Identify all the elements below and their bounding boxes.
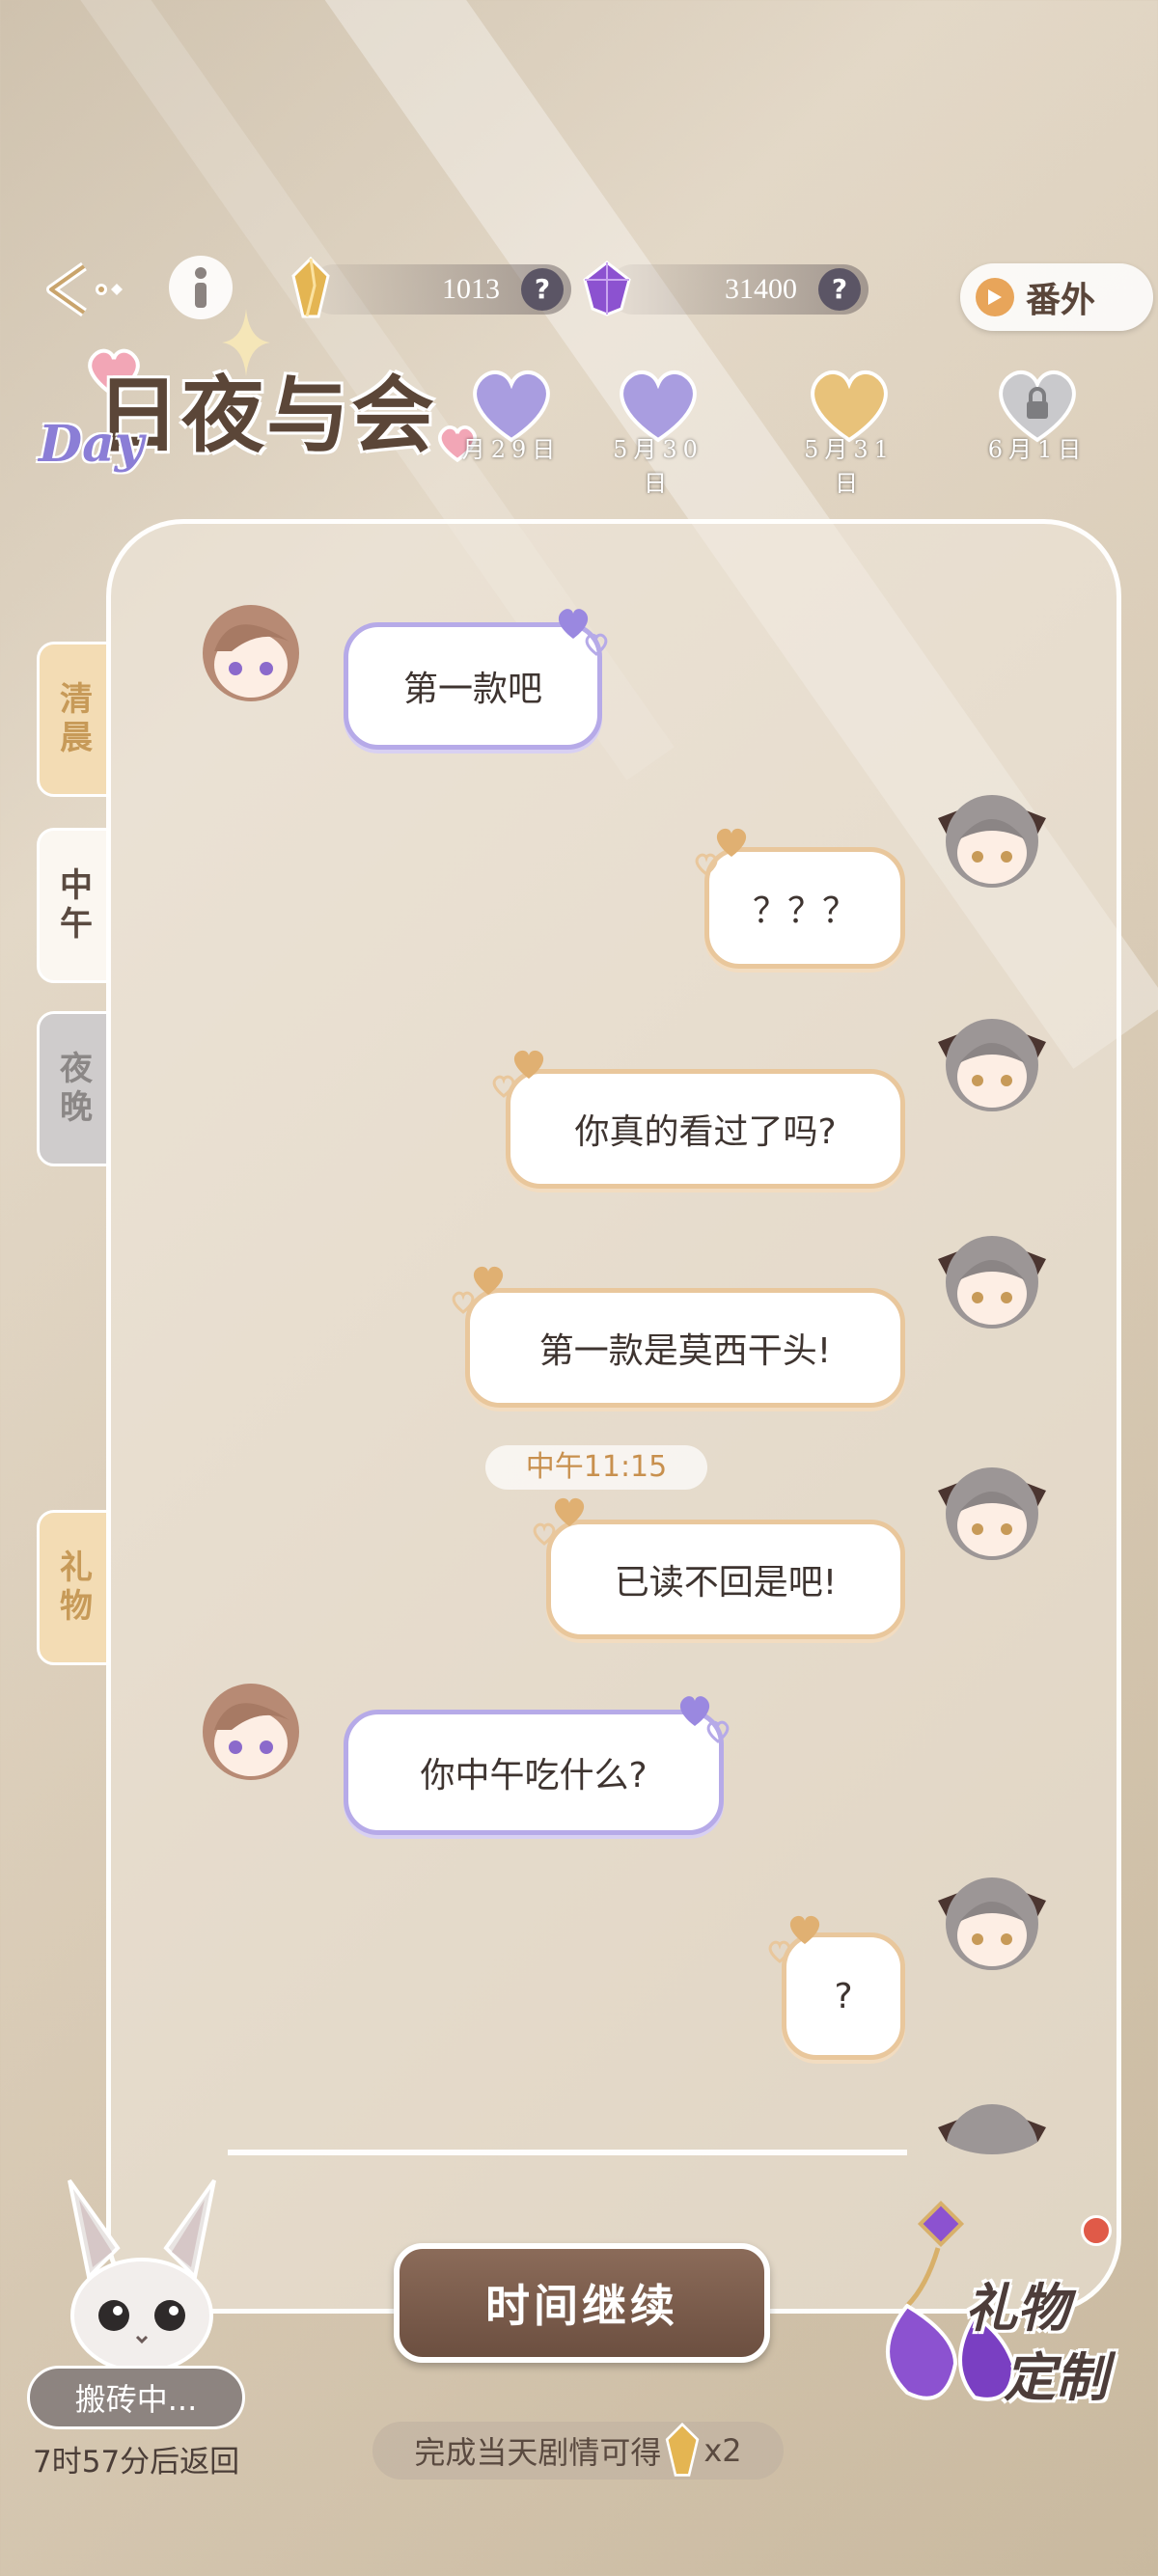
- hearts-icon: [768, 1915, 820, 1963]
- date-label: 6月1日: [987, 436, 1088, 463]
- date-item-locked[interactable]: 6月1日: [979, 369, 1095, 464]
- avatar-female: [938, 1467, 1046, 1560]
- purple-help-button[interactable]: ?: [818, 268, 861, 311]
- tab-noon-label: 中午: [53, 866, 93, 945]
- back-arrow-icon: [46, 261, 123, 317]
- bunny-mascot-icon[interactable]: [50, 2171, 234, 2373]
- event-day-text: Day: [39, 415, 145, 474]
- chat-bubble: 你真的看过了吗?: [506, 1069, 905, 1189]
- gift-custom-line2: 定制: [1004, 2346, 1108, 2408]
- date-label: 5月31日: [804, 436, 895, 497]
- tab-gift-label: 礼物: [53, 1548, 93, 1627]
- tab-evening[interactable]: 夜晚: [37, 1011, 110, 1166]
- play-icon: [976, 278, 1014, 316]
- gold-crystal-icon: [291, 257, 330, 318]
- chat-timestamp: 中午11:15: [485, 1445, 707, 1490]
- info-icon: [195, 267, 207, 308]
- time-continue-button[interactable]: 时间继续: [394, 2243, 770, 2363]
- hearts-icon: [558, 609, 608, 656]
- avatar-male: [203, 1684, 299, 1780]
- time-continue-label: 时间继续: [485, 2280, 678, 2332]
- reward-multiplier: x2: [703, 2432, 742, 2469]
- working-status-label: 搬砖中...: [74, 2381, 198, 2418]
- gold-currency-value: 1013: [442, 273, 500, 305]
- chat-bubble: 第一款是莫西干头!: [465, 1288, 905, 1408]
- hearts-icon: [679, 1696, 730, 1743]
- chat-message-text: ？？？: [752, 891, 857, 931]
- chat-message-text: 第一款吧: [402, 670, 542, 709]
- extra-story-label: 番外: [1026, 280, 1096, 320]
- tab-morning-label: 清晨: [53, 680, 93, 758]
- sparkle-icon: [222, 309, 270, 376]
- tab-evening-label: 夜晚: [53, 1050, 93, 1128]
- chat-message-text: 你中午吃什么?: [420, 1756, 648, 1795]
- back-button[interactable]: [39, 256, 125, 323]
- reward-info: 完成当天剧情可得 x2: [372, 2422, 784, 2480]
- chat-message-text: ?: [834, 1976, 853, 2016]
- purple-currency-bar: 31400 ?: [608, 264, 868, 315]
- notification-dot: [1081, 2215, 1112, 2246]
- avatar-male: [203, 605, 299, 701]
- date-label: 5月30日: [613, 436, 703, 497]
- avatar-female: [938, 795, 1046, 888]
- hearts-icon: [492, 1050, 544, 1098]
- date-item[interactable]: 月29日: [454, 369, 569, 464]
- return-timer-text: 7时57分后返回: [33, 2445, 240, 2480]
- hearts-icon: [533, 1497, 585, 1546]
- gold-currency-bar: 1013 ?: [309, 264, 571, 315]
- chat-message-text: 你真的看过了吗?: [574, 1112, 837, 1152]
- purple-currency-value: 31400: [725, 273, 797, 305]
- tab-morning[interactable]: 清晨: [37, 642, 110, 797]
- avatar-female: [938, 1877, 1046, 1970]
- extra-story-button[interactable]: 番外: [960, 263, 1153, 331]
- tab-noon[interactable]: 中午: [37, 828, 110, 983]
- purple-gem-icon: [583, 260, 631, 316]
- avatar-female: [938, 2104, 1046, 2154]
- gift-custom-line1: 礼物: [965, 2277, 1069, 2339]
- chat-message-text: 第一款是莫西干头!: [538, 1331, 832, 1371]
- chat-bubble: 已读不回是吧!: [546, 1520, 905, 1639]
- panel-divider: [228, 2150, 907, 2155]
- tab-gift[interactable]: 礼物: [37, 1510, 110, 1665]
- hearts-icon: [452, 1266, 504, 1314]
- working-status-badge: 搬砖中...: [27, 2366, 245, 2429]
- date-label: 月29日: [461, 436, 562, 463]
- date-item[interactable]: 5月30日: [600, 369, 716, 498]
- chat-bubble: 你中午吃什么?: [344, 1710, 724, 1835]
- gold-crystal-icon: [666, 2423, 700, 2477]
- hearts-icon: [695, 828, 747, 876]
- gold-help-button[interactable]: ?: [521, 268, 564, 311]
- avatar-female: [938, 1236, 1046, 1329]
- reward-text: 完成当天剧情可得: [414, 2434, 662, 2471]
- chat-message-text: 已读不回是吧!: [614, 1563, 838, 1603]
- avatar-female: [938, 1019, 1046, 1111]
- date-item[interactable]: 5月31日: [791, 369, 907, 498]
